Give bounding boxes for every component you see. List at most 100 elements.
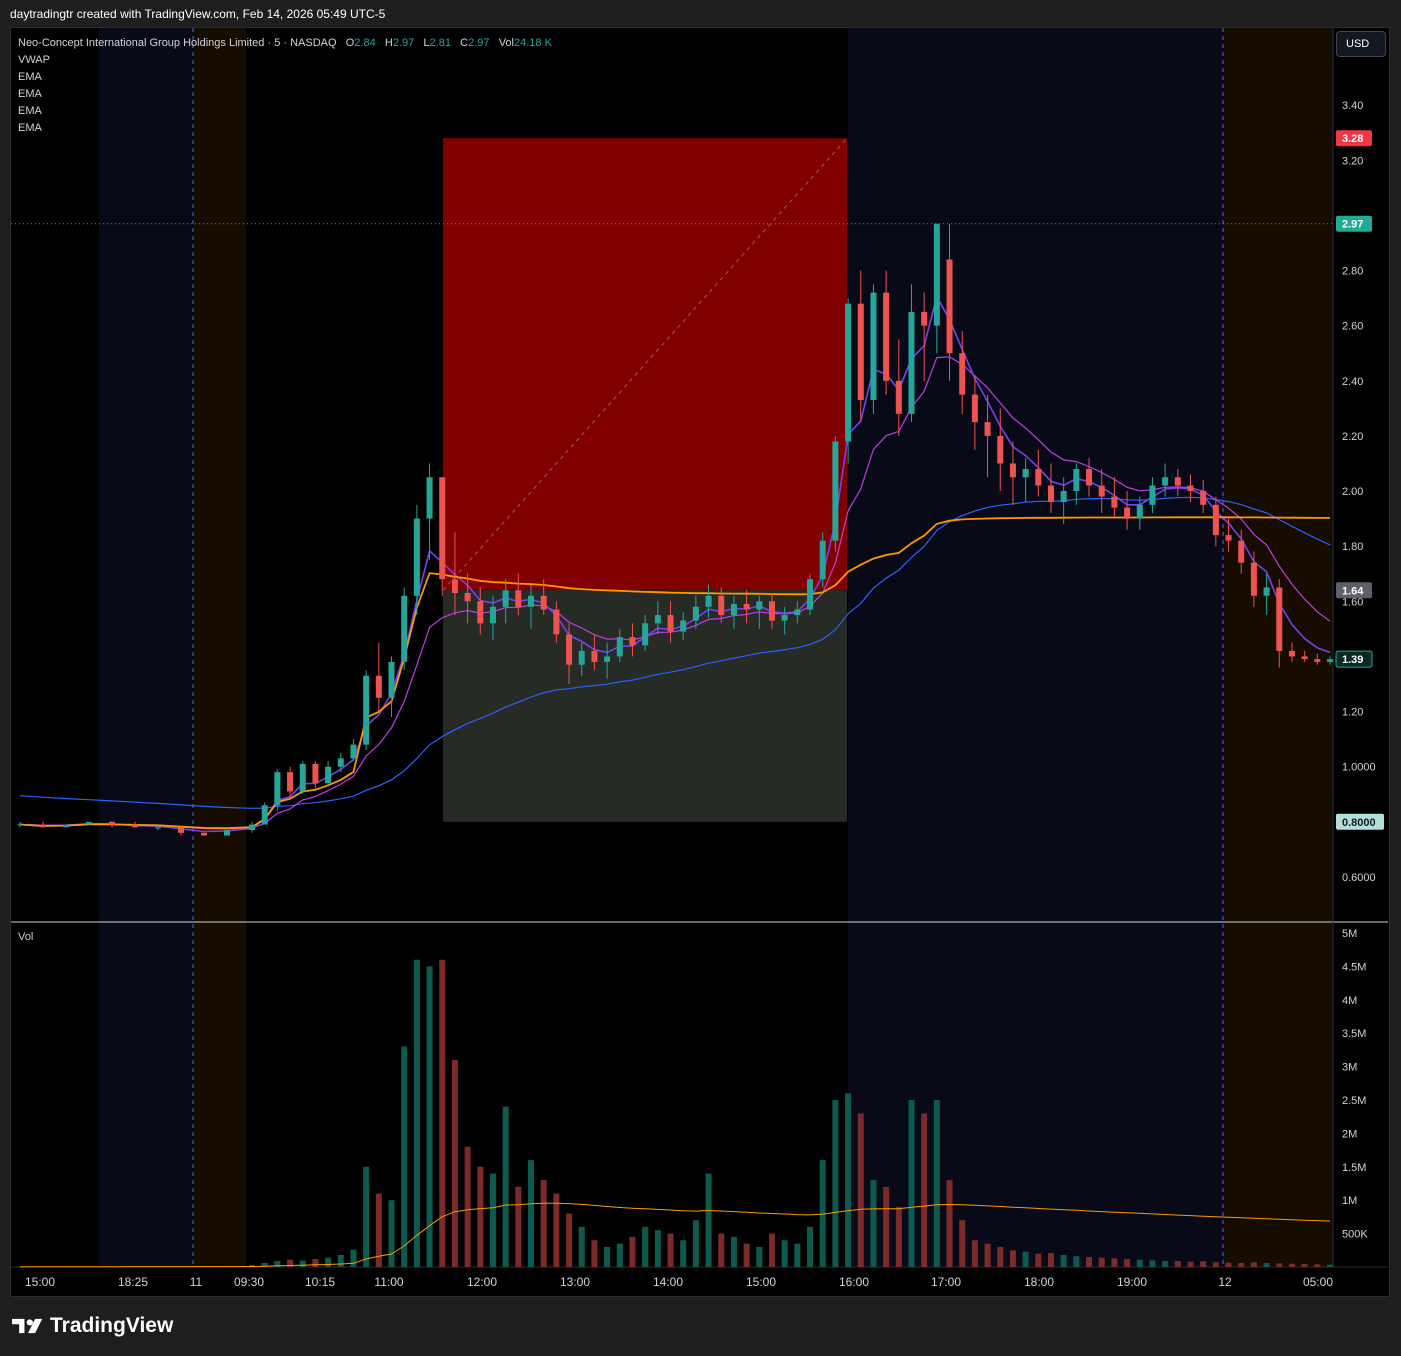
volume-bar	[832, 1100, 839, 1267]
time-tick-label: 15:00	[25, 1275, 55, 1289]
time-tick-label: 12	[1218, 1275, 1232, 1289]
volume-bar	[1098, 1257, 1105, 1267]
candle-body	[337, 758, 344, 767]
volume-bar	[553, 1193, 560, 1267]
candle-body	[566, 634, 573, 665]
close-value: 2.97	[468, 37, 490, 49]
symbol-line: Neo-Concept International Group Holdings…	[18, 35, 552, 52]
indicator-ema-2[interactable]: EMA	[18, 86, 552, 103]
candle-body	[756, 601, 763, 610]
time-tick-label: 09:30	[234, 1275, 264, 1289]
time-tick-label: 11:00	[374, 1275, 403, 1289]
time-tick-label: 14:00	[653, 1275, 683, 1289]
candle-body	[1174, 477, 1181, 486]
volume-label: Vol	[498, 37, 514, 49]
volume-bar	[1327, 1264, 1333, 1267]
time-tick-label: 12:00	[467, 1275, 497, 1289]
volume-bar	[768, 1233, 775, 1267]
time-tick-label: 17:00	[931, 1275, 961, 1289]
volume-tick-label: 2M	[1342, 1128, 1357, 1140]
price-tick-label: 2.60	[1342, 321, 1363, 333]
volume-tick-label: 4M	[1342, 995, 1357, 1007]
indicator-ema-1[interactable]: EMA	[18, 69, 552, 86]
price-tick-label: 2.80	[1342, 266, 1363, 278]
volume-bar	[959, 1220, 966, 1267]
volume-bar	[642, 1226, 649, 1267]
price-tick-label: 3.40	[1342, 100, 1363, 112]
candle-body	[1149, 485, 1156, 505]
volume-bar	[743, 1243, 750, 1267]
volume-bar	[921, 1113, 928, 1267]
candle-body	[540, 595, 547, 610]
candle-body	[363, 675, 370, 745]
volume-bar	[528, 1160, 535, 1267]
indicator-ema-3[interactable]: EMA	[18, 103, 552, 120]
volume-tick-label: 500K	[1342, 1229, 1368, 1241]
candle-body	[1288, 650, 1295, 657]
candle-body	[515, 590, 522, 607]
open-value: 2.84	[354, 37, 376, 49]
tradingview-brand-text: TradingView	[50, 1314, 174, 1337]
volume-bar	[1073, 1256, 1080, 1267]
candle-body	[629, 637, 636, 646]
candle-body	[1212, 504, 1219, 536]
time-tick-label: 19:00	[1117, 1275, 1147, 1289]
candle-body	[178, 827, 184, 833]
price-badge-label: 1.39	[1342, 654, 1363, 666]
volume-bar	[971, 1240, 978, 1267]
volume-tick-label: 2.5M	[1342, 1095, 1366, 1107]
open-label: O	[345, 37, 355, 49]
candle-body	[1047, 485, 1054, 503]
chart-canvas[interactable]: 3.603.403.202.802.602.402.202.001.801.60…	[0, 0, 1401, 1356]
volume-bar	[312, 1258, 319, 1267]
volume-bar	[388, 1200, 395, 1267]
candle-body	[768, 601, 775, 621]
candle-body	[743, 604, 750, 610]
volume-bar	[1238, 1262, 1245, 1267]
volume-bar	[654, 1230, 661, 1267]
candle-body	[908, 311, 915, 414]
time-tick-label: 16:00	[839, 1275, 869, 1289]
price-tick-label: 2.20	[1342, 431, 1363, 443]
volume-bar	[439, 959, 446, 1267]
candle-body	[1301, 656, 1308, 660]
volume-pane-title[interactable]: Vol	[18, 931, 33, 943]
volume-bar	[1314, 1264, 1321, 1267]
candle-body	[1086, 468, 1093, 486]
candle-body	[730, 604, 737, 616]
candle-body	[705, 595, 712, 607]
candle-body	[388, 661, 395, 698]
price-tick-label: 1.0000	[1342, 762, 1376, 774]
candle-body	[502, 590, 509, 607]
volume-bar	[401, 1046, 408, 1267]
price-badge-label: 3.28	[1342, 133, 1363, 145]
volume-bar	[1022, 1251, 1029, 1267]
candle-body	[591, 650, 598, 662]
candle-body	[1276, 587, 1283, 651]
candle-body	[1073, 468, 1080, 492]
indicator-vwap[interactable]: VWAP	[18, 52, 552, 69]
candle-body	[287, 772, 294, 792]
volume-bar	[616, 1243, 623, 1267]
volume-bar	[807, 1226, 814, 1267]
volume-bar	[1174, 1260, 1181, 1267]
time-tick-label: 10:15	[305, 1275, 335, 1289]
volume-bar	[1200, 1261, 1207, 1267]
candle-body	[451, 579, 458, 594]
candle-body	[325, 766, 332, 784]
candle-body	[312, 763, 319, 784]
volume-bar	[895, 1206, 902, 1267]
indicator-ema-4[interactable]: EMA	[18, 120, 552, 137]
volume-bar	[413, 959, 420, 1267]
candle-body	[1327, 659, 1333, 662]
volume-bar	[1162, 1260, 1169, 1267]
volume-bar	[857, 1113, 864, 1267]
volume-bar	[692, 1220, 699, 1267]
currency-button[interactable]: USD	[1336, 31, 1386, 57]
tradingview-logo[interactable]: TradingView	[12, 1314, 173, 1338]
candle-body	[40, 824, 46, 828]
candle-body	[807, 579, 814, 610]
candle-body	[553, 609, 560, 635]
candle-body	[350, 744, 357, 759]
volume-bar	[299, 1260, 306, 1267]
